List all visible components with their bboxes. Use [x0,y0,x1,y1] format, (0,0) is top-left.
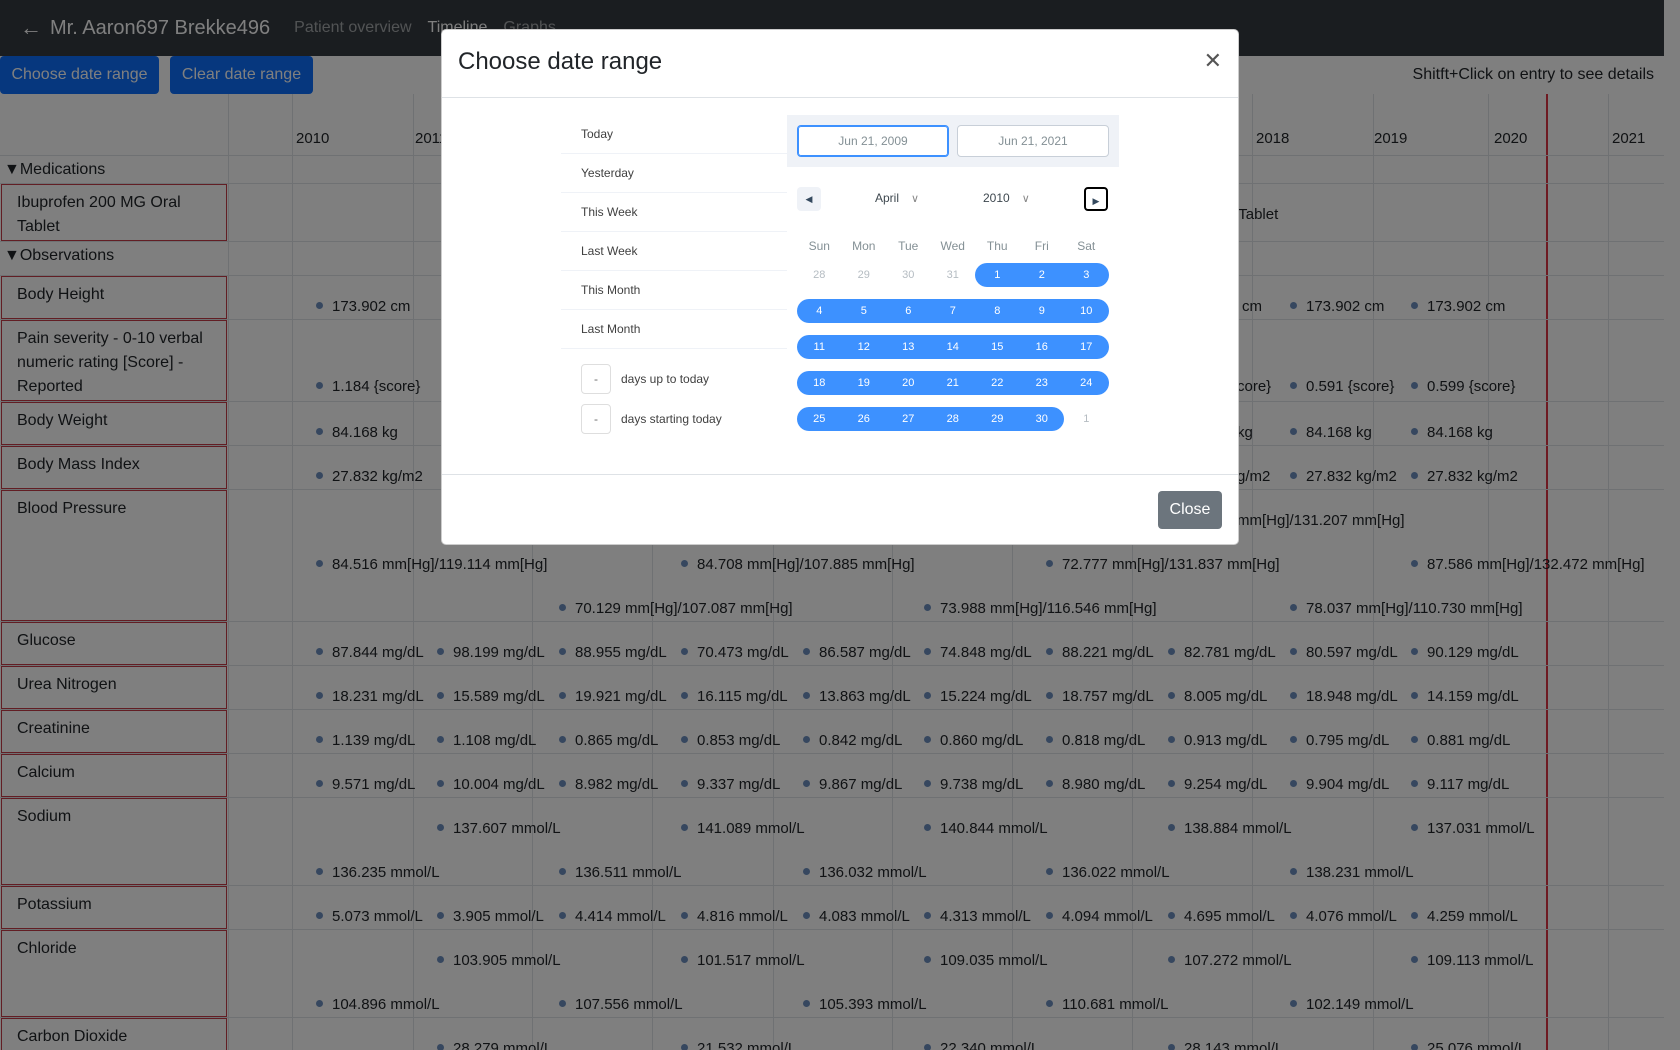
calendar-day[interactable]: 1 [975,263,1020,287]
modal-header: Choose date range ✕ [442,30,1238,98]
weekday-label: Thu [986,239,1008,253]
calendar-day[interactable]: 30 [1019,407,1064,431]
calendar-day[interactable]: 30 [886,263,931,287]
days-up-to-today-input[interactable]: - [581,364,611,394]
calendar-day[interactable]: 10 [1064,299,1109,323]
weekday-label: Sat [1077,239,1096,253]
weekday-label: Wed [940,239,965,253]
calendar-day[interactable]: 28 [797,263,842,287]
calendar-day[interactable]: 29 [975,407,1020,431]
calendar-day[interactable]: 20 [886,371,931,395]
calendar-day[interactable]: 21 [930,371,975,395]
calendar-day[interactable]: 5 [841,299,886,323]
calendar-day[interactable]: 12 [841,335,886,359]
calendar-day[interactable]: 31 [931,263,976,287]
calendar-day[interactable]: 1 [1064,407,1109,431]
calendar-day[interactable]: 2 [1019,263,1064,287]
calendar: Jun 21, 2009 Jun 21, 2021 ◀ April ∨ 2010 ∨… [787,115,1119,460]
weekday-header: Sun Mon Tue Wed Thu Fri Sat [797,239,1109,253]
calendar-day[interactable]: 13 [886,335,931,359]
month-navigation: ◀ April ∨ 2010 ∨ ▶ [787,187,1119,215]
calendar-day[interactable]: 8 [975,299,1020,323]
calendar-day[interactable]: 4 [797,299,842,323]
date-display: Jun 21, 2009 Jun 21, 2021 [787,115,1119,167]
calendar-day[interactable]: 6 [886,299,931,323]
calendar-day[interactable]: 19 [841,371,886,395]
calendar-day[interactable]: 24 [1064,371,1109,395]
calendar-day[interactable]: 15 [975,335,1020,359]
modal-footer: Close [442,474,1238,546]
chevron-down-icon: ∨ [1021,193,1030,205]
calendar-day[interactable]: 29 [842,263,887,287]
calendar-day[interactable]: 17 [1064,335,1109,359]
prev-month-icon[interactable]: ◀ [797,187,821,211]
month-select[interactable]: April ∨ [875,191,919,205]
year-select[interactable]: 2010 ∨ [983,191,1030,205]
calendar-day[interactable]: 16 [1019,335,1064,359]
range-last-week[interactable]: Last Week [561,232,787,271]
range-last-month[interactable]: Last Month [561,310,787,349]
days-up-to-today-label: days up to today [621,372,710,386]
close-icon[interactable]: ✕ [1204,48,1222,74]
weekday-label: Tue [898,239,919,253]
calendar-day[interactable]: 27 [886,407,931,431]
range-this-week[interactable]: This Week [561,193,787,232]
calendar-day[interactable]: 23 [1019,371,1064,395]
range-this-month[interactable]: This Month [561,271,787,310]
calendar-day[interactable]: 18 [797,371,842,395]
days-starting-today-input[interactable]: - [581,404,611,434]
date-range-modal: Choose date range ✕ Today Yesterday This… [441,29,1239,545]
start-date-field[interactable]: Jun 21, 2009 [797,125,949,157]
modal-title: Choose date range [458,48,663,75]
days-starting-today-row: - days starting today [561,399,787,439]
calendar-day[interactable]: 9 [1019,299,1064,323]
days-up-to-today-row: - days up to today [561,359,787,399]
weekday-label: Mon [852,239,876,253]
close-button[interactable]: Close [1158,491,1222,529]
days-starting-today-label: days starting today [621,412,722,426]
next-month-icon[interactable]: ▶ [1084,187,1108,211]
calendar-day[interactable]: 26 [841,407,886,431]
weekday-label: Sun [808,239,830,253]
calendar-day[interactable]: 22 [975,371,1020,395]
weekday-label: Fri [1034,239,1049,253]
end-date-field[interactable]: Jun 21, 2021 [957,125,1109,157]
calendar-day[interactable]: 14 [930,335,975,359]
range-today[interactable]: Today [561,115,787,154]
range-yesterday[interactable]: Yesterday [561,154,787,193]
calendar-day[interactable]: 25 [797,407,842,431]
calendar-day[interactable]: 11 [797,335,842,359]
calendar-day[interactable]: 7 [930,299,975,323]
calendar-day[interactable]: 3 [1064,263,1109,287]
chevron-down-icon: ∨ [911,193,920,205]
calendar-day[interactable]: 28 [930,407,975,431]
defined-ranges: Today Yesterday This Week Last Week This… [561,115,787,439]
